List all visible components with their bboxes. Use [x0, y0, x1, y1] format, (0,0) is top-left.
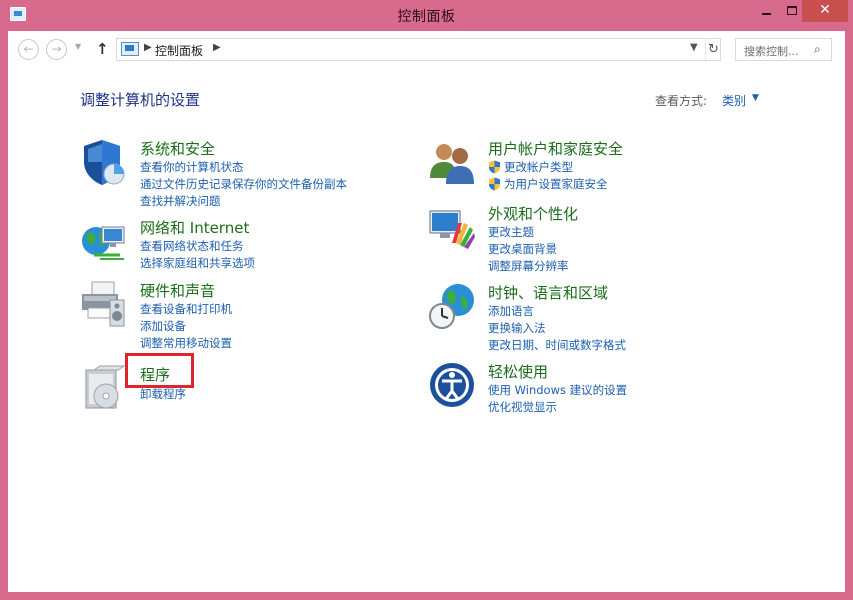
link-file-history-backup[interactable]: 通过文件历史记录保存你的文件备份副本 — [140, 176, 347, 192]
minimize-icon — [762, 13, 771, 15]
shield-icon[interactable] — [80, 138, 128, 186]
view-by-dropdown[interactable]: 类别 — [722, 92, 746, 109]
uac-shield-icon — [488, 160, 501, 174]
link-family-safety[interactable]: 为用户设置家庭安全 — [488, 176, 608, 192]
chevron-down-icon[interactable]: ▼ — [752, 93, 759, 103]
link-label: 为用户设置家庭安全 — [504, 177, 608, 191]
link-label: 更改帐户类型 — [504, 160, 573, 174]
back-arrow-icon: ← — [23, 42, 34, 56]
forward-button[interactable]: → — [46, 39, 67, 60]
category-title[interactable]: 时钟、语言和区域 — [488, 282, 608, 303]
link-devices-printers[interactable]: 查看设备和打印机 — [140, 301, 232, 317]
search-icon[interactable]: ⌕ — [814, 42, 821, 57]
users-icon[interactable] — [428, 138, 476, 186]
link-change-input-method[interactable]: 更换输入法 — [488, 320, 546, 336]
recent-locations-chevron-icon[interactable]: ▼ — [75, 42, 81, 51]
link-troubleshoot[interactable]: 查找并解决问题 — [140, 193, 221, 209]
link-recommended-settings[interactable]: 使用 Windows 建议的设置 — [488, 382, 627, 398]
uac-shield-icon — [488, 177, 501, 191]
clock-globe-icon[interactable] — [428, 282, 476, 330]
control-panel-address-icon — [121, 42, 139, 56]
view-by-label: 查看方式: — [655, 94, 708, 108]
breadcrumb-chevron-icon[interactable]: ▶ — [144, 42, 152, 53]
network-globe-icon[interactable] — [80, 217, 128, 265]
category-title[interactable]: 网络和 Internet — [140, 217, 249, 238]
link-check-computer-status[interactable]: 查看你的计算机状态 — [140, 159, 244, 175]
category-title[interactable]: 硬件和声音 — [140, 280, 215, 301]
up-arrow-icon[interactable]: ↑ — [96, 40, 109, 58]
link-uninstall-program[interactable]: 卸载程序 — [140, 386, 186, 402]
link-desktop-background[interactable]: 更改桌面背景 — [488, 241, 557, 257]
link-add-language[interactable]: 添加语言 — [488, 303, 534, 319]
search-input[interactable]: 搜索控制... ⌕ — [735, 38, 832, 61]
category-title[interactable]: 系统和安全 — [140, 138, 215, 159]
page-title: 调整计算机的设置 — [80, 91, 201, 109]
refresh-icon[interactable]: ↻ — [705, 39, 721, 60]
link-add-device[interactable]: 添加设备 — [140, 318, 186, 334]
close-button[interactable]: ✕ — [802, 0, 848, 22]
back-button[interactable]: ← — [18, 39, 39, 60]
link-change-account-type[interactable]: 更改帐户类型 — [488, 159, 573, 175]
printer-icon[interactable] — [80, 280, 128, 328]
breadcrumb[interactable]: 控制面板 — [155, 42, 203, 59]
link-mobility-settings[interactable]: 调整常用移动设置 — [140, 335, 232, 351]
window-title: 控制面板 — [397, 9, 456, 25]
link-change-theme[interactable]: 更改主题 — [488, 224, 534, 240]
navigation-bar: ← → ▼ ↑ ▶ 控制面板 ▶ ▼ ↻ 搜索控制... ⌕ — [8, 31, 845, 67]
monitor-palette-icon[interactable] — [428, 203, 476, 251]
link-date-time-format[interactable]: 更改日期、时间或数字格式 — [488, 337, 626, 353]
highlight-annotation-box — [125, 353, 194, 388]
link-screen-resolution[interactable]: 调整屏幕分辨率 — [488, 258, 569, 274]
category-title[interactable]: 轻松使用 — [488, 361, 548, 382]
address-dropdown-chevron-icon[interactable]: ▼ — [690, 42, 698, 53]
maximize-icon — [786, 6, 797, 15]
control-panel-window: ← → ▼ ↑ ▶ 控制面板 ▶ ▼ ↻ 搜索控制... ⌕ 调整计算机的设置 … — [8, 31, 845, 592]
breadcrumb-chevron-icon[interactable]: ▶ — [213, 42, 221, 53]
programs-icon[interactable] — [80, 364, 128, 412]
link-optimize-visual-display[interactable]: 优化视觉显示 — [488, 399, 557, 415]
close-icon: ✕ — [819, 2, 831, 18]
forward-arrow-icon: → — [51, 42, 62, 56]
address-bar[interactable]: ▶ 控制面板 ▶ ▼ ↻ — [116, 38, 721, 61]
link-network-status[interactable]: 查看网络状态和任务 — [140, 238, 244, 254]
title-bar[interactable]: 控制面板 ✕ — [0, 0, 853, 31]
category-title[interactable]: 外观和个性化 — [488, 203, 578, 224]
category-title[interactable]: 用户帐户和家庭安全 — [488, 138, 623, 159]
ease-of-access-icon[interactable] — [428, 361, 476, 409]
search-placeholder: 搜索控制... — [744, 45, 799, 58]
link-homegroup-sharing[interactable]: 选择家庭组和共享选项 — [140, 255, 255, 271]
